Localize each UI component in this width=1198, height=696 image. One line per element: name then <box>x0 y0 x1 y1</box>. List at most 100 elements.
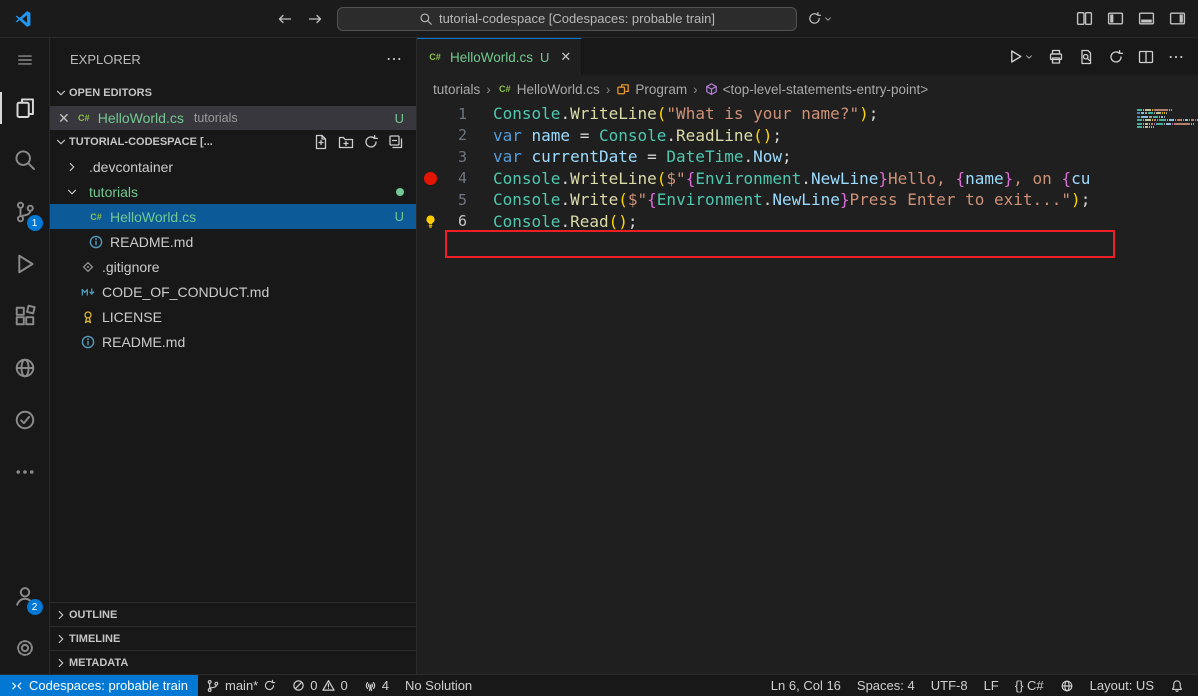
close-icon[interactable]: ✕ <box>560 49 571 65</box>
menu-button[interactable] <box>0 38 50 82</box>
tree-folder-tutorials[interactable]: tutorials <box>50 179 416 204</box>
breakpoint-gutter[interactable] <box>417 125 443 147</box>
back-arrow-icon[interactable] <box>277 11 293 27</box>
keyboard-layout-status[interactable]: Layout: US <box>1082 675 1162 696</box>
ports-status[interactable]: 4 <box>356 675 397 696</box>
toggle-primary-sidebar-icon[interactable] <box>1107 10 1124 27</box>
close-icon[interactable]: ✕ <box>58 110 70 127</box>
modified-dot-icon <box>396 187 404 196</box>
encoding-status[interactable]: UTF-8 <box>923 675 976 696</box>
solution-status[interactable]: No Solution <box>397 675 480 696</box>
language-mode-status[interactable]: {} C# <box>1007 675 1052 696</box>
breakpoint-gutter[interactable] <box>417 189 443 211</box>
remote-explorer-activity-button[interactable] <box>0 342 50 394</box>
command-center-search[interactable]: tutorial-codespace [Codespaces: probable… <box>337 6 797 31</box>
tree-file-CODE_OF_CONDUCT.md[interactable]: CODE_OF_CONDUCT.md <box>50 279 416 304</box>
toggle-panel-icon[interactable] <box>1138 10 1155 27</box>
split-editor-icon[interactable] <box>1138 49 1154 65</box>
source-control-activity-button[interactable]: 1 <box>0 186 50 238</box>
code-line[interactable]: 2 var name = Console.ReadLine(); <box>417 125 1198 147</box>
outline-header[interactable]: OUTLINE <box>50 602 416 626</box>
new-file-icon[interactable] <box>313 134 329 150</box>
eol-status[interactable]: LF <box>976 675 1007 696</box>
breadcrumb-item-file[interactable]: C# HelloWorld.cs <box>497 81 600 97</box>
explorer-activity-button[interactable] <box>0 82 50 134</box>
search-editor-icon[interactable] <box>1078 49 1094 65</box>
explorer-more-actions-button[interactable]: ⋯ <box>386 49 402 69</box>
open-editor-name: HelloWorld.cs <box>97 110 184 126</box>
forward-arrow-icon[interactable] <box>307 11 323 27</box>
new-folder-icon[interactable] <box>338 134 354 150</box>
sync-icon <box>265 679 276 691</box>
breakpoint-gutter[interactable] <box>417 211 443 233</box>
editor-more-actions-button[interactable]: ⋯ <box>1168 47 1184 67</box>
tree-item-label: .devcontainer <box>89 158 174 175</box>
breakpoint-gutter[interactable] <box>417 146 443 168</box>
breakpoint-gutter[interactable] <box>417 168 443 190</box>
lightbulb-icon[interactable] <box>423 214 438 229</box>
extensions-activity-button[interactable] <box>0 290 50 342</box>
markdown-icon <box>81 287 95 296</box>
chevron-right-icon <box>64 159 80 175</box>
csharp-icon: C# <box>90 211 102 222</box>
info-icon <box>81 335 95 348</box>
tree-item-label: HelloWorld.cs <box>110 208 197 225</box>
refresh-icon[interactable] <box>363 134 379 150</box>
code-line[interactable]: 6 Console.Read(); <box>417 211 1198 233</box>
run-debug-activity-button[interactable] <box>0 238 50 290</box>
breadcrumb-item-folder[interactable]: tutorials <box>433 82 480 97</box>
live-share-status[interactable] <box>1052 675 1082 696</box>
search-activity-button[interactable] <box>0 134 50 186</box>
code-editor[interactable]: 1 Console.WriteLine("What is your name?")… <box>417 103 1198 674</box>
run-debug-icon <box>17 254 33 274</box>
additional-views-button[interactable] <box>0 446 50 498</box>
chevron-right-icon <box>53 607 69 623</box>
collapse-all-icon[interactable] <box>388 134 404 150</box>
sync-dropdown-icon[interactable] <box>807 11 833 26</box>
metadata-header[interactable]: METADATA <box>50 650 416 674</box>
chevron-down-icon <box>53 85 69 101</box>
file-tree: .devcontainer tutorials C# HelloWorld.cs U RE… <box>50 154 416 354</box>
code-line[interactable]: 4 Console.WriteLine($"{Environment.NewLin… <box>417 168 1198 190</box>
notifications-button[interactable] <box>1162 675 1192 696</box>
chevron-right-icon <box>53 655 69 671</box>
breadcrumb-item-class[interactable]: Program <box>616 82 687 97</box>
print-icon[interactable] <box>1048 49 1064 65</box>
settings-button[interactable] <box>0 622 50 674</box>
problems-status[interactable]: 0 0 <box>284 675 355 696</box>
branch-status[interactable]: main* <box>198 675 284 696</box>
run-button[interactable] <box>1007 48 1034 65</box>
minimap-content <box>1137 109 1198 128</box>
timeline-header[interactable]: TIMELINE <box>50 626 416 650</box>
tab-helloworld[interactable]: C# HelloWorld.cs U ✕ <box>417 38 583 75</box>
tree-file-LICENSE[interactable]: LICENSE <box>50 304 416 329</box>
breakpoint-gutter[interactable] <box>417 103 443 125</box>
extensions-icon <box>15 304 36 326</box>
tree-file-.gitignore[interactable]: .gitignore <box>50 254 416 279</box>
code-line[interactable]: 5 Console.Write($"{Environment.NewLine}Pr… <box>417 189 1198 211</box>
customize-layout-icon[interactable] <box>1076 10 1093 27</box>
tree-folder-.devcontainer[interactable]: .devcontainer <box>50 154 416 179</box>
git-status-badge: U <box>394 209 404 224</box>
workspace-header[interactable]: TUTORIAL-CODESPACE [... <box>50 130 416 154</box>
open-changes-icon[interactable] <box>1108 49 1124 65</box>
toggle-secondary-sidebar-icon[interactable] <box>1169 10 1186 27</box>
breadcrumb: tutorials › C# HelloWorld.cs › Program ›… <box>417 75 1198 103</box>
tree-file-HelloWorld.cs[interactable]: C# HelloWorld.cs U <box>50 204 416 229</box>
indentation-status[interactable]: Spaces: 4 <box>849 675 923 696</box>
cursor-position[interactable]: Ln 6, Col 16 <box>763 675 849 696</box>
breadcrumb-item-method[interactable]: <top-level-statements-entry-point> <box>704 82 928 97</box>
accounts-button[interactable]: 2 <box>0 570 50 622</box>
code-line[interactable]: 3 var currentDate = DateTime.Now; <box>417 146 1198 168</box>
code-line[interactable]: 1 Console.WriteLine("What is your name?")… <box>417 103 1198 125</box>
minimap[interactable] <box>1130 103 1198 674</box>
chevron-right-icon <box>53 631 69 647</box>
remote-indicator[interactable]: Codespaces: probable train <box>0 675 198 696</box>
breadcrumb-separator-icon: › <box>605 81 611 97</box>
ports-icon <box>365 681 375 692</box>
tree-file-README.md[interactable]: README.md <box>50 229 416 254</box>
open-editors-header[interactable]: OPEN EDITORS <box>50 80 416 106</box>
tree-file-README.md[interactable]: README.md <box>50 329 416 354</box>
testing-activity-button[interactable] <box>0 394 50 446</box>
open-editor-item[interactable]: ✕ C# HelloWorld.cs tutorials U <box>50 106 416 130</box>
